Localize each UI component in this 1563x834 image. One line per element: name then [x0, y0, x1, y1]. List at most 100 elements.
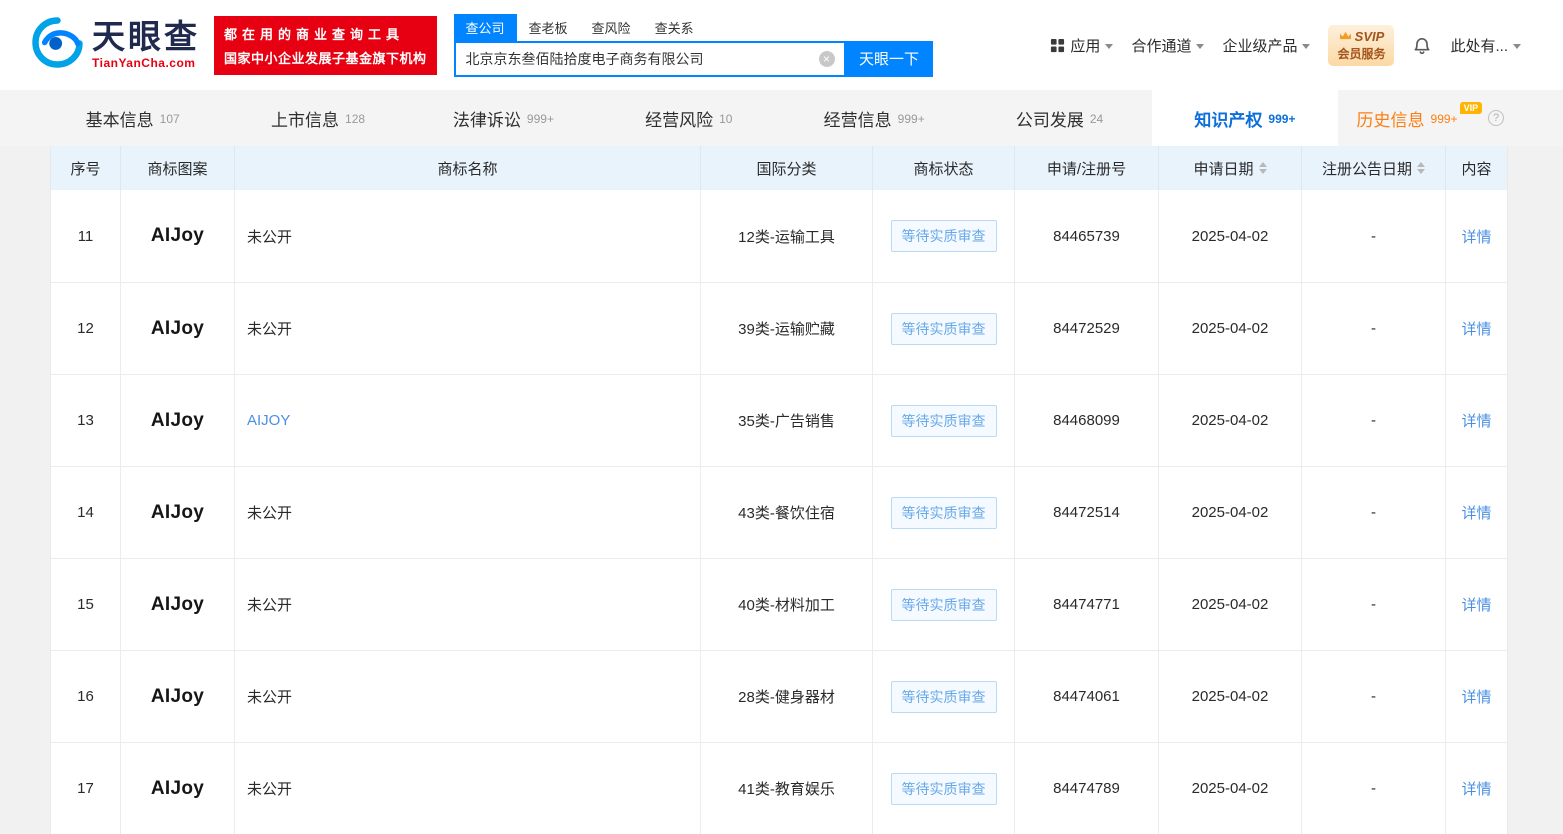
tab-label: 法律诉讼 — [452, 110, 521, 130]
column-header-class: 国际分类 — [701, 146, 873, 190]
tab-operating-info[interactable]: 经营信息 999+ — [782, 90, 967, 146]
tab-count: 999+ — [1268, 112, 1296, 126]
column-header-label: 注册公告日期 — [1321, 160, 1412, 178]
sort-icon[interactable] — [1258, 162, 1267, 174]
content-cell: 详情 — [1446, 651, 1507, 742]
search-button[interactable]: 天眼一下 — [845, 40, 933, 77]
status-cell: 等待实质审查 — [873, 743, 1015, 834]
announce-date-cell: - — [1302, 190, 1446, 282]
trademark-table: 序号 商标图案 商标名称 国际分类 商标状态 申请/注册号 申请日期 注册公告日期 内容 11 A… — [50, 146, 1508, 834]
tab-listing-info[interactable]: 上市信息 128 — [225, 90, 410, 146]
search-area: 查公司查老板查风险查关系 × 天眼一下 — [453, 13, 933, 77]
chevron-down-icon — [1513, 43, 1521, 49]
trademark-logo[interactable]: AIJoy — [151, 318, 204, 340]
announce-date-cell: - — [1302, 283, 1446, 374]
search-box: × — [453, 40, 846, 77]
search-tab-relation[interactable]: 查关系 — [643, 14, 706, 41]
sort-asc-icon — [1417, 162, 1425, 167]
app-no-cell: 84472514 — [1015, 467, 1159, 558]
nav-cooperation-label: 合作通道 — [1131, 37, 1192, 55]
promo-line-1: 都在用的商业查询工具 — [224, 26, 405, 42]
trademark-logo[interactable]: AIJoy — [151, 225, 204, 247]
tab-basic-info[interactable]: 基本信息 107 — [40, 90, 225, 146]
sort-desc-icon — [1258, 169, 1267, 174]
tab-label: 历史信息 — [1356, 110, 1425, 130]
search-input[interactable] — [455, 50, 844, 67]
detail-link[interactable]: 详情 — [1461, 594, 1491, 615]
status-cell: 等待实质审查 — [873, 651, 1015, 742]
tab-intellectual-property[interactable]: 知识产权 999+ — [1152, 90, 1338, 146]
tianyancha-logo[interactable]: 天眼查 TianYanCha.com — [30, 15, 200, 75]
apply-date-cell: 2025-04-02 — [1159, 743, 1302, 834]
row-number-cell: 12 — [51, 283, 121, 374]
search-tab-boss[interactable]: 查老板 — [517, 14, 580, 41]
announce-date-cell: - — [1302, 467, 1446, 558]
tab-label: 经营风险 — [645, 110, 714, 130]
column-header-announce-date[interactable]: 注册公告日期 — [1302, 146, 1446, 190]
content-cell: 详情 — [1446, 559, 1507, 650]
help-icon[interactable]: ? — [1488, 110, 1505, 126]
nav-apps[interactable]: 应用 — [1050, 35, 1114, 56]
detail-link[interactable]: 详情 — [1461, 778, 1491, 799]
status-badge: 等待实质审查 — [890, 680, 997, 713]
trademark-logo[interactable]: AIJoy — [151, 778, 204, 800]
announce-date-cell: - — [1302, 743, 1446, 834]
trademark-image-cell: AIJoy — [121, 375, 235, 466]
column-header-apply-date[interactable]: 申请日期 — [1159, 146, 1302, 190]
apply-date-cell: 2025-04-02 — [1159, 651, 1302, 742]
nav-apps-label: 应用 — [1070, 37, 1101, 55]
app-no-cell: 84468099 — [1015, 375, 1159, 466]
column-header-label: 内容 — [1461, 160, 1492, 178]
nav-more[interactable]: 此处有... — [1450, 35, 1521, 56]
table-row-17: 17 AIJoy 未公开 41类-教育娱乐 等待实质审查 84474789 2025-04-… — [51, 742, 1507, 834]
intl-class-cell: 39类-运输贮藏 — [701, 283, 873, 374]
trademark-logo[interactable]: AIJoy — [151, 410, 204, 432]
apply-date-cell: 2025-04-02 — [1159, 559, 1302, 650]
nav-enterprise[interactable]: 企业级产品 — [1222, 35, 1311, 56]
trademark-image-cell: AIJoy — [121, 651, 235, 742]
tab-lawsuits[interactable]: 法律诉讼 999+ — [411, 90, 596, 146]
detail-link[interactable]: 详情 — [1461, 318, 1491, 339]
trademark-name-link[interactable]: AIJOY — [247, 412, 290, 429]
announce-date-cell: - — [1302, 651, 1446, 742]
detail-link[interactable]: 详情 — [1461, 226, 1491, 247]
sort-icon[interactable] — [1417, 162, 1425, 174]
tab-history-info[interactable]: 历史信息 999+ VIP? — [1338, 90, 1523, 146]
tab-label: 基本信息 — [85, 110, 154, 130]
apps-grid-icon — [1050, 38, 1065, 53]
tab-count: 999+ — [526, 112, 554, 126]
notification-bell-icon[interactable] — [1412, 35, 1432, 56]
status-badge: 等待实质审查 — [890, 772, 997, 805]
trademark-name-text: 未公开 — [247, 597, 293, 614]
clear-search-icon[interactable]: × — [818, 50, 835, 67]
column-header-app-no: 申请/注册号 — [1015, 146, 1159, 190]
row-number-cell: 11 — [51, 190, 121, 282]
column-header-content: 内容 — [1446, 146, 1507, 190]
tab-company-development[interactable]: 公司发展 24 — [967, 90, 1152, 146]
tab-count: 24 — [1089, 112, 1104, 126]
trademark-logo[interactable]: AIJoy — [151, 686, 204, 708]
trademark-name-text: 未公开 — [247, 505, 293, 522]
svip-member-badge[interactable]: SVIP 会员服务 — [1328, 24, 1395, 66]
column-header-label: 国际分类 — [756, 160, 817, 178]
status-cell: 等待实质审查 — [873, 467, 1015, 558]
content-cell: 详情 — [1446, 190, 1507, 282]
status-badge: 等待实质审查 — [890, 588, 997, 621]
trademark-name-text: 未公开 — [247, 228, 293, 246]
nav-cooperation[interactable]: 合作通道 — [1131, 35, 1205, 56]
intl-class-cell: 43类-餐饮住宿 — [701, 467, 873, 558]
detail-link[interactable]: 详情 — [1461, 686, 1491, 707]
row-number-cell: 14 — [51, 467, 121, 558]
detail-link[interactable]: 详情 — [1461, 502, 1491, 523]
trademark-logo[interactable]: AIJoy — [151, 502, 204, 524]
logo-text: 天眼查 TianYanCha.com — [92, 20, 200, 70]
search-tab-company[interactable]: 查公司 — [453, 13, 517, 41]
tab-operating-risk[interactable]: 经营风险 10 — [596, 90, 781, 146]
detail-link[interactable]: 详情 — [1461, 410, 1491, 431]
table-row-16: 16 AIJoy 未公开 28类-健身器材 等待实质审查 84474061 2025-04-… — [51, 650, 1507, 742]
trademark-logo[interactable]: AIJoy — [151, 594, 204, 616]
app-no-cell: 84474789 — [1015, 743, 1159, 834]
column-header-label: 商标图案 — [147, 160, 208, 178]
trademark-name-text: 未公开 — [247, 689, 293, 706]
search-tab-risk[interactable]: 查风险 — [580, 14, 643, 41]
